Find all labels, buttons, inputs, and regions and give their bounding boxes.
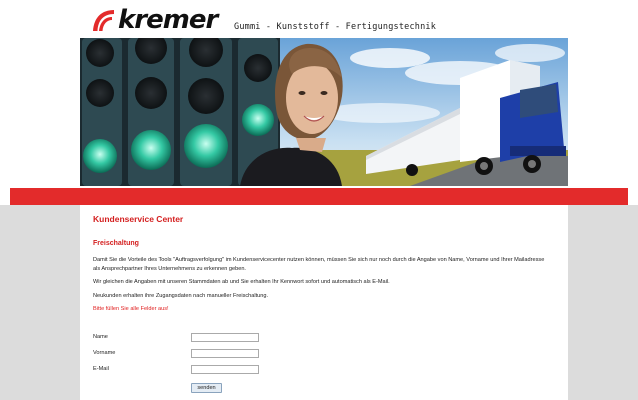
- page-title: Kundenservice Center: [93, 214, 184, 224]
- main-content: Kundenservice Center Freischaltung Damit…: [80, 205, 568, 400]
- email-label: E-Mail: [93, 366, 109, 372]
- info-paragraph: Wir gleichen die Angaben mit unseren Sta…: [93, 279, 390, 285]
- email-input[interactable]: [191, 365, 259, 374]
- name-input[interactable]: [191, 333, 259, 342]
- intro-paragraph: Damit Sie die Vorteile des Tools "Auftra…: [93, 257, 545, 272]
- required-fields-note: Bitte füllen Sie alle Felder aus!: [93, 306, 169, 312]
- banner-illustration: [80, 38, 568, 186]
- vorname-input[interactable]: [191, 349, 259, 358]
- section-heading: Freischaltung: [93, 240, 139, 247]
- submit-button[interactable]: senden: [191, 383, 222, 393]
- header-banner-image: [80, 38, 568, 186]
- new-customer-paragraph: Neukunden erhalten ihre Zugangsdaten nac…: [93, 293, 269, 299]
- left-side-panel: [0, 205, 80, 400]
- accent-bar: [10, 188, 628, 205]
- vorname-label: Vorname: [93, 350, 116, 356]
- name-label: Name: [93, 334, 108, 340]
- kremer-logo[interactable]: kremer: [90, 5, 218, 35]
- logo-swoosh-icon: [93, 10, 114, 31]
- company-tagline: Gummi - Kunststoff - Fertigungstechnik: [234, 22, 437, 32]
- right-side-panel: [568, 205, 638, 400]
- page-header: kremer Gummi - Kunststoff - Fertigungste…: [80, 0, 568, 38]
- logo-text: kremer: [118, 5, 218, 35]
